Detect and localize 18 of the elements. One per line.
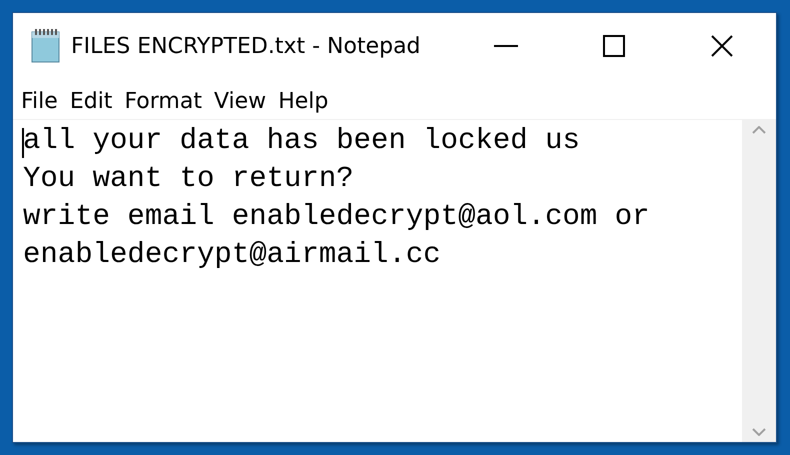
text-line: write email enabledecrypt@aol.com or xyxy=(23,199,650,235)
text-editor[interactable]: all your data has been locked us You want to return? write email enabledecrypt@aol.com or enabledecrypt@airmail.cc xyxy=(13,120,742,442)
scroll-up-icon[interactable] xyxy=(752,126,766,134)
menu-item[interactable]: File xyxy=(21,88,58,114)
close-icon xyxy=(711,35,733,57)
menu-item[interactable]: Edit xyxy=(70,88,112,114)
menu-item[interactable]: Help xyxy=(278,88,328,114)
text-line: all your data has been locked us xyxy=(23,123,580,159)
text-line: You want to return? xyxy=(23,161,354,197)
minimize-icon xyxy=(494,45,518,47)
maximize-icon xyxy=(603,35,625,57)
scroll-down-icon[interactable] xyxy=(752,428,766,436)
text-cursor xyxy=(22,128,24,158)
menu-item[interactable]: Format xyxy=(124,88,202,114)
window-title: FILES ENCRYPTED.txt - Notepad xyxy=(71,34,422,58)
menu-item[interactable]: View xyxy=(214,88,266,114)
text-line: enabledecrypt@airmail.cc xyxy=(23,237,441,273)
vertical-scrollbar[interactable] xyxy=(742,120,776,442)
